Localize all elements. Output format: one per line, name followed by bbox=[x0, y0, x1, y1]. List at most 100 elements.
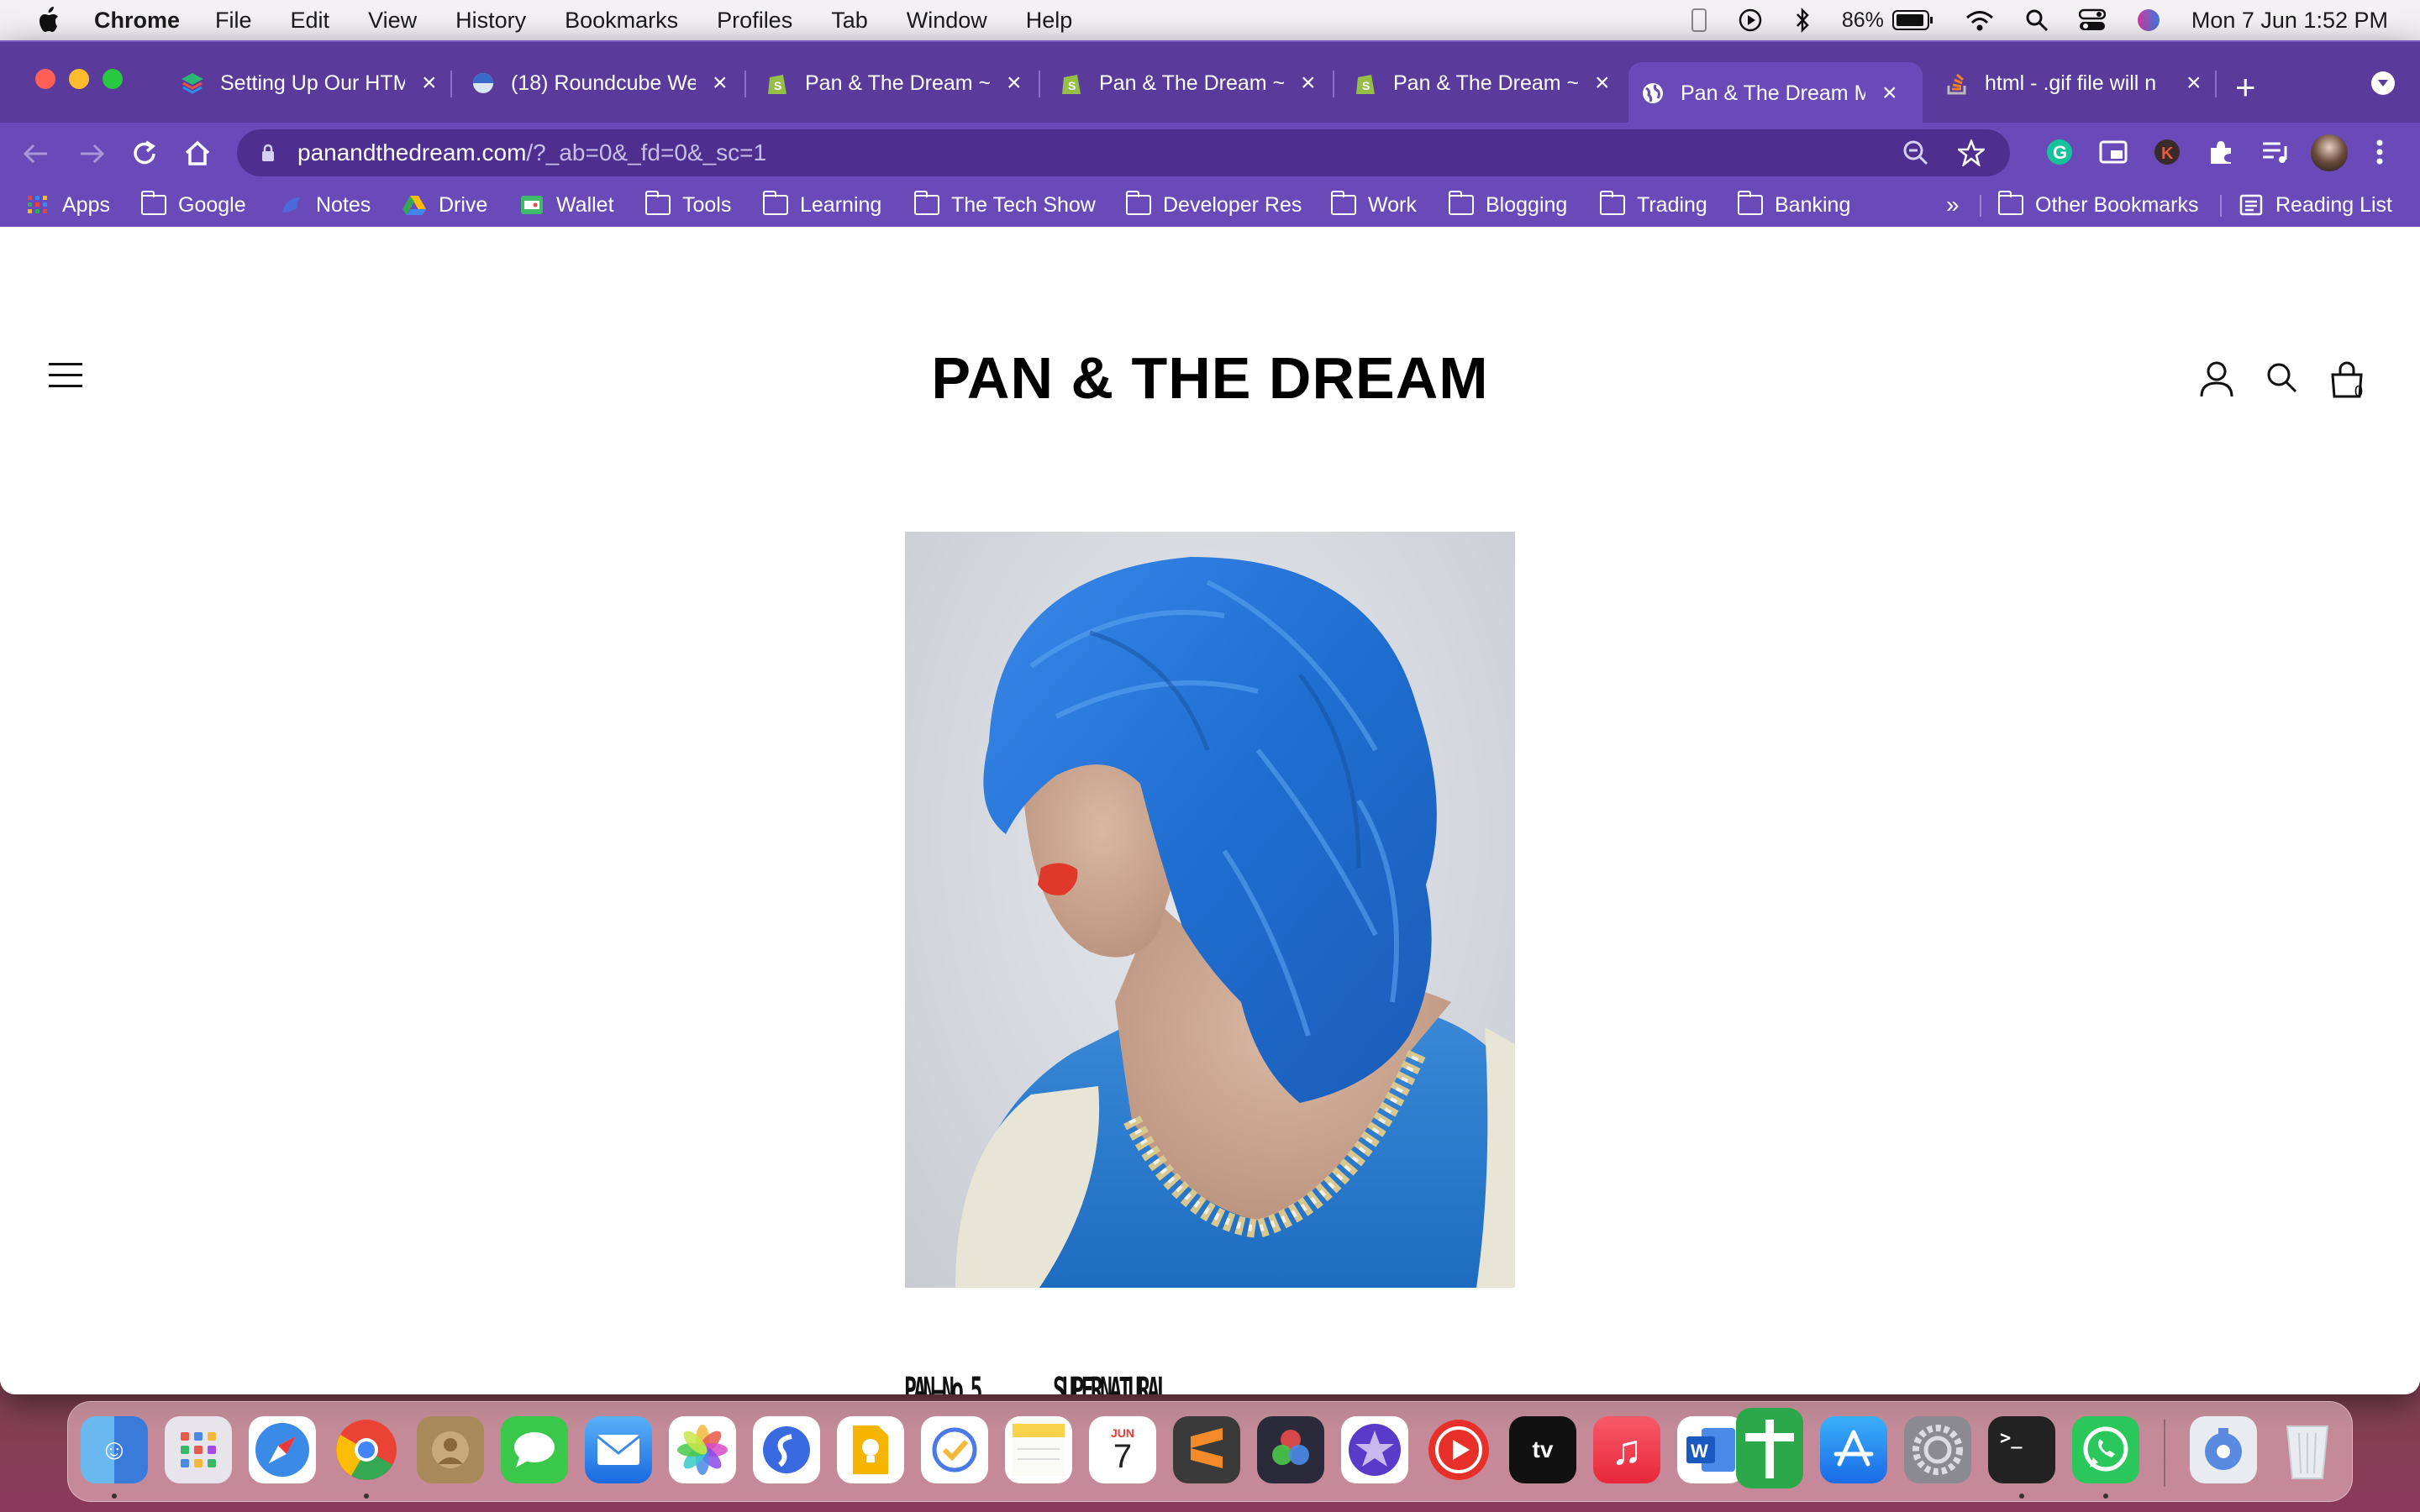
bookmark-star-icon[interactable] bbox=[1958, 139, 1985, 166]
profile-avatar[interactable] bbox=[2311, 134, 2348, 171]
bluetooth-icon[interactable] bbox=[1793, 7, 1812, 34]
simplenote-icon[interactable] bbox=[753, 1416, 820, 1483]
bookmark-drive[interactable]: Drive bbox=[402, 192, 487, 218]
tab-0[interactable]: Setting Up Our HTM × bbox=[168, 62, 437, 104]
apple-logo-icon[interactable] bbox=[35, 6, 60, 34]
bookmark-google[interactable]: Google bbox=[140, 191, 246, 218]
bookmark-notes[interactable]: Notes bbox=[279, 192, 371, 218]
tasks-checkmark-icon[interactable] bbox=[921, 1416, 988, 1483]
contacts-icon[interactable] bbox=[417, 1416, 484, 1483]
bookmark-the-tech-show[interactable]: The Tech Show bbox=[913, 191, 1096, 218]
bookmark-developer-res[interactable]: Developer Res bbox=[1125, 191, 1302, 218]
reading-list-button[interactable]: Reading List bbox=[2238, 192, 2392, 218]
menu-bookmarks[interactable]: Bookmarks bbox=[565, 8, 678, 34]
tab-1[interactable]: (18) Roundcube We × bbox=[459, 62, 728, 104]
music-note-icon[interactable]: ♫ bbox=[1593, 1416, 1660, 1483]
new-tab-button[interactable]: + bbox=[2235, 67, 2256, 108]
calendar-icon[interactable]: JUN 7 bbox=[1089, 1416, 1156, 1483]
bookmark-tools[interactable]: Tools bbox=[644, 191, 731, 218]
close-icon[interactable]: × bbox=[1882, 79, 1897, 108]
hero-image-blue-wig-portrait[interactable] bbox=[905, 532, 1515, 1288]
menu-history[interactable]: History bbox=[455, 8, 526, 34]
imovie-star-icon[interactable] bbox=[1341, 1416, 1408, 1483]
tab-search-chevron-icon[interactable] bbox=[2371, 71, 2395, 95]
close-icon[interactable]: × bbox=[1301, 69, 1316, 97]
close-icon[interactable]: × bbox=[1007, 69, 1022, 97]
menu-view[interactable]: View bbox=[368, 8, 417, 34]
keep-lightbulb-icon[interactable] bbox=[837, 1416, 904, 1483]
menu-window[interactable]: Window bbox=[907, 8, 987, 34]
trash-icon[interactable] bbox=[2274, 1416, 2341, 1483]
back-arrow-icon[interactable] bbox=[22, 141, 50, 166]
menu-profiles[interactable]: Profiles bbox=[717, 8, 792, 34]
address-bar[interactable]: panandthedream.com/?_ab=0&_fd=0&_sc=1 bbox=[237, 129, 2010, 176]
bookmark-blogging[interactable]: Blogging bbox=[1448, 191, 1567, 218]
control-center-icon[interactable] bbox=[2078, 8, 2106, 32]
close-icon[interactable]: × bbox=[2186, 69, 2202, 97]
status-play-icon[interactable] bbox=[1738, 8, 1763, 33]
menu-edit[interactable]: Edit bbox=[291, 8, 330, 34]
bookmark-banking[interactable]: Banking bbox=[1737, 191, 1850, 218]
messages-bubble-icon[interactable] bbox=[501, 1416, 568, 1483]
notes-pad-icon[interactable] bbox=[1005, 1416, 1072, 1483]
whatsapp-icon[interactable] bbox=[2072, 1416, 2139, 1483]
menu-clock[interactable]: Mon 7 Jun 1:52 PM bbox=[2191, 8, 2388, 34]
menu-file[interactable]: File bbox=[215, 8, 252, 34]
sublime-text-icon[interactable] bbox=[1173, 1416, 1240, 1483]
account-icon[interactable] bbox=[2198, 360, 2235, 400]
window-zoom-button[interactable] bbox=[103, 69, 123, 89]
numbers-icon[interactable] bbox=[1736, 1408, 1803, 1488]
bookmark-apps[interactable]: Apps bbox=[25, 192, 110, 218]
menu-tab[interactable]: Tab bbox=[831, 8, 868, 34]
chrome-menu-kebab-icon[interactable] bbox=[2371, 138, 2388, 166]
bookmark-work[interactable]: Work bbox=[1330, 191, 1417, 218]
siri-icon[interactable] bbox=[2136, 8, 2161, 33]
close-icon[interactable]: × bbox=[1595, 69, 1610, 97]
grammarly-icon[interactable]: G bbox=[2045, 138, 2074, 166]
bookmark-wallet[interactable]: Wallet bbox=[519, 192, 614, 218]
close-icon[interactable]: × bbox=[713, 69, 728, 97]
bookmarks-overflow-chevron[interactable]: » bbox=[1946, 192, 1960, 218]
picture-in-picture-icon[interactable] bbox=[2099, 138, 2128, 166]
k-extension-icon[interactable]: K bbox=[2153, 138, 2181, 166]
apple-tv-icon[interactable]: tv bbox=[1509, 1416, 1576, 1483]
screenium-icon[interactable] bbox=[2190, 1416, 2257, 1483]
close-icon[interactable]: × bbox=[422, 69, 437, 97]
site-brand-logo[interactable]: PAN & THE DREAM bbox=[0, 344, 2420, 412]
finder-icon[interactable]: ☺ bbox=[81, 1416, 148, 1483]
home-icon[interactable] bbox=[183, 139, 212, 168]
bookmark-other-bookmarks[interactable]: Other Bookmarks bbox=[1997, 191, 2199, 218]
bookmark-learning[interactable]: Learning bbox=[762, 191, 881, 218]
media-queue-icon[interactable] bbox=[2260, 138, 2289, 166]
tab-3[interactable]: S Pan & The Dream ~ × bbox=[1047, 62, 1316, 104]
system-preferences-gear-icon[interactable] bbox=[1904, 1416, 1971, 1483]
mail-envelope-icon[interactable] bbox=[585, 1416, 652, 1483]
battery-icon[interactable] bbox=[1891, 9, 1934, 31]
word-icon[interactable]: W bbox=[1677, 1416, 1744, 1483]
youtube-play-icon[interactable] bbox=[1425, 1416, 1492, 1483]
safari-compass-icon[interactable] bbox=[249, 1416, 316, 1483]
tab-6[interactable]: html - .gif file will n × bbox=[1933, 62, 2202, 104]
photos-flower-icon[interactable] bbox=[669, 1416, 736, 1483]
extensions-puzzle-icon[interactable] bbox=[2207, 138, 2235, 166]
launchpad-icon[interactable] bbox=[165, 1416, 232, 1483]
tab-5-active[interactable]: Pan & The Dream M × bbox=[1628, 62, 1923, 124]
reload-icon[interactable] bbox=[131, 139, 160, 168]
forward-arrow-icon[interactable] bbox=[77, 141, 106, 166]
davinci-resolve-icon[interactable] bbox=[1257, 1416, 1324, 1483]
app-store-icon[interactable] bbox=[1820, 1416, 1887, 1483]
tab-4[interactable]: S Pan & The Dream ~ × bbox=[1341, 62, 1610, 104]
search-icon[interactable] bbox=[2265, 360, 2299, 396]
window-minimize-button[interactable] bbox=[69, 69, 89, 89]
terminal-icon[interactable]: >_ bbox=[1988, 1416, 2055, 1483]
menu-help[interactable]: Help bbox=[1026, 8, 1073, 34]
menu-app-name[interactable]: Chrome bbox=[94, 8, 180, 34]
lock-icon[interactable] bbox=[260, 144, 276, 162]
status-phone-icon[interactable] bbox=[1691, 8, 1707, 33]
spotlight-search-icon[interactable] bbox=[2025, 8, 2049, 32]
wifi-icon[interactable] bbox=[1965, 8, 1995, 32]
chrome-icon[interactable] bbox=[333, 1416, 400, 1483]
tab-2[interactable]: S Pan & The Dream ~ × bbox=[753, 62, 1022, 104]
zoom-icon[interactable] bbox=[1902, 139, 1929, 166]
bookmark-trading[interactable]: Trading bbox=[1599, 191, 1707, 218]
